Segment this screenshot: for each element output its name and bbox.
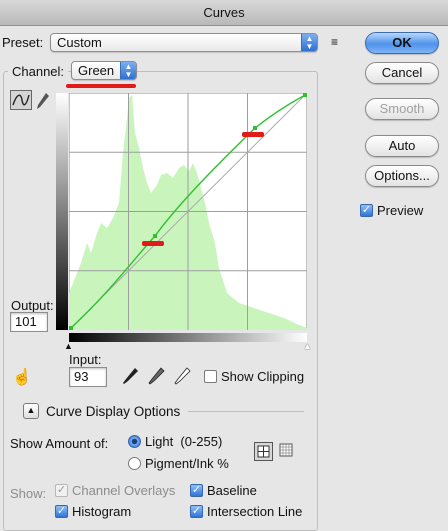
- channel-label: Channel:: [8, 64, 69, 79]
- grid-10x10-icon[interactable]: [278, 442, 295, 459]
- hand-adjust-tool-icon[interactable]: ☝: [12, 367, 32, 387]
- baseline-label: Baseline: [207, 483, 257, 498]
- preset-options-icon[interactable]: ≡: [331, 35, 338, 49]
- input-label: Input:: [69, 352, 102, 367]
- select-arrows-icon: ▲ ▼: [120, 62, 136, 79]
- curve-point: [253, 126, 257, 130]
- white-eyedropper-icon[interactable]: [173, 366, 191, 386]
- preset-label: Preset:: [2, 35, 44, 50]
- show-clipping-label: Show Clipping: [221, 369, 305, 384]
- channel-value: Green: [78, 63, 115, 78]
- ok-button[interactable]: OK: [365, 32, 439, 54]
- output-gradient-bar: [56, 93, 68, 330]
- white-point-slider-icon[interactable]: ▲: [303, 342, 312, 351]
- annotation-mark-upper: [242, 132, 264, 137]
- pigment-radio[interactable]: [128, 457, 141, 470]
- pigment-radio-label: Pigment/Ink %: [145, 456, 229, 471]
- curve-display-options-label[interactable]: Curve Display Options: [46, 404, 180, 419]
- curve-point: [303, 93, 307, 97]
- intersection-line-label: Intersection Line: [207, 504, 303, 519]
- divider: [188, 411, 304, 412]
- light-radio-label: Light (0-255): [145, 434, 223, 449]
- channel-overlays-label: Channel Overlays: [72, 483, 176, 498]
- window-title: Curves: [0, 0, 448, 26]
- black-point-slider-icon[interactable]: ▲: [64, 342, 73, 351]
- options-button[interactable]: Options...: [365, 165, 439, 187]
- gray-eyedropper-icon[interactable]: [147, 366, 165, 386]
- show-label: Show:: [10, 486, 47, 501]
- output-label: Output:: [11, 298, 54, 313]
- baseline-checkbox[interactable]: ✓: [190, 484, 203, 497]
- show-amount-label: Show Amount of:: [10, 436, 109, 451]
- channel-overlays-checkbox[interactable]: ✓: [55, 484, 68, 497]
- black-eyedropper-icon[interactable]: [121, 366, 139, 386]
- show-clipping-checkbox[interactable]: [204, 370, 217, 383]
- light-radio[interactable]: [128, 435, 141, 448]
- smooth-button[interactable]: Smooth: [365, 98, 439, 120]
- preview-checkbox[interactable]: ✓: [360, 204, 373, 217]
- preset-value: Custom: [57, 35, 102, 50]
- channel-select[interactable]: Green ▲ ▼: [71, 61, 137, 80]
- histogram-label: Histogram: [72, 504, 132, 519]
- curve-point: [69, 326, 73, 330]
- grid-4x4-icon[interactable]: [254, 442, 273, 461]
- auto-button[interactable]: Auto: [365, 135, 439, 157]
- preset-select[interactable]: Custom ▲ ▼: [50, 33, 318, 52]
- intersection-line-checkbox[interactable]: ✓: [190, 505, 203, 518]
- curve-point: [153, 234, 157, 238]
- select-arrows-icon: ▲ ▼: [301, 34, 317, 51]
- output-field[interactable]: 101: [10, 312, 48, 332]
- curves-graph[interactable]: [69, 93, 307, 330]
- annotation-mark-lower: [142, 241, 164, 246]
- histogram-checkbox[interactable]: ✓: [55, 505, 68, 518]
- preview-label: Preview: [377, 203, 424, 218]
- input-gradient-bar: [69, 333, 307, 342]
- input-field[interactable]: 93: [69, 367, 107, 387]
- cancel-button[interactable]: Cancel: [365, 62, 439, 84]
- channel-annotation-underline: [66, 84, 136, 88]
- pencil-tool-icon[interactable]: [36, 92, 50, 110]
- curve-point-tool-icon[interactable]: [10, 90, 32, 110]
- disclosure-triangle-icon[interactable]: ▲: [23, 403, 39, 419]
